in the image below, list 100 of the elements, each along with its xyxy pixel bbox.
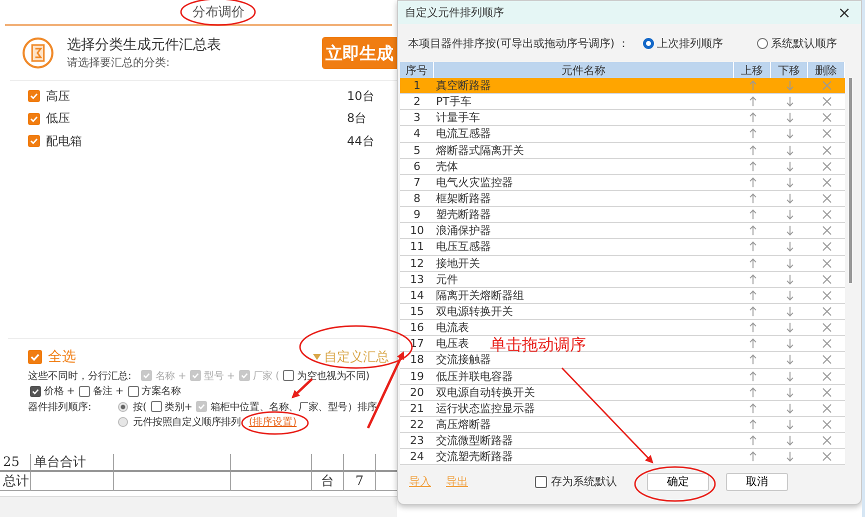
delete-icon[interactable] xyxy=(822,112,832,124)
table-row[interactable]: 11 电压互感器 xyxy=(400,239,845,256)
checkbox[interactable] xyxy=(150,401,162,412)
delete-icon[interactable] xyxy=(822,451,832,462)
move-up-icon[interactable] xyxy=(748,338,758,350)
move-up-icon[interactable] xyxy=(748,419,758,430)
cancel-button[interactable]: 取消 xyxy=(726,472,788,491)
move-up-icon[interactable] xyxy=(748,225,758,236)
move-down-icon[interactable] xyxy=(784,370,794,382)
delete-icon[interactable] xyxy=(822,176,832,188)
checkbox[interactable] xyxy=(28,135,40,148)
move-down-icon[interactable] xyxy=(784,290,794,301)
table-row[interactable]: 22 高压熔断器 xyxy=(400,416,845,434)
table-row[interactable]: 7 电气火灾监控器 xyxy=(400,174,845,191)
checkbox[interactable] xyxy=(283,370,294,382)
delete-icon[interactable] xyxy=(822,160,832,172)
table-row[interactable]: 5 熔断器式隔离开关 xyxy=(400,142,845,159)
delete-icon[interactable] xyxy=(822,241,832,252)
checkbox[interactable] xyxy=(78,386,90,397)
radio-button[interactable] xyxy=(757,38,768,48)
move-down-icon[interactable] xyxy=(784,306,794,318)
delete-icon[interactable] xyxy=(822,144,832,156)
table-row[interactable]: 24 交流塑壳断路器 xyxy=(400,449,845,466)
move-up-icon[interactable] xyxy=(748,160,758,172)
ok-button[interactable]: 确定 xyxy=(647,472,709,491)
table-row[interactable]: 6 壳体 xyxy=(400,158,845,175)
move-down-icon[interactable] xyxy=(784,241,794,252)
move-up-icon[interactable] xyxy=(748,209,758,220)
table-row[interactable]: 1 真空断路器 xyxy=(400,78,845,94)
delete-icon[interactable] xyxy=(822,225,832,236)
move-up-icon[interactable] xyxy=(748,274,758,285)
table-row[interactable]: 2 PT手车 xyxy=(400,94,845,110)
table-row[interactable]: 20 双电源自动转换开关 xyxy=(400,384,845,401)
delete-icon[interactable] xyxy=(822,419,832,430)
move-up-icon[interactable] xyxy=(748,80,758,92)
table-row[interactable]: 12 接地开关 xyxy=(400,256,845,272)
move-down-icon[interactable] xyxy=(784,128,794,140)
move-up-icon[interactable] xyxy=(748,258,758,269)
table-row[interactable]: 21 运行状态监控显示器 xyxy=(400,400,845,417)
move-down-icon[interactable] xyxy=(784,322,794,334)
move-down-icon[interactable] xyxy=(784,160,794,172)
table-row[interactable]: 8 框架断路器 xyxy=(400,190,845,208)
move-up-icon[interactable] xyxy=(748,112,758,124)
move-down-icon[interactable] xyxy=(784,209,794,220)
tab[interactable]: 分布调价 xyxy=(192,3,244,21)
delete-icon[interactable] xyxy=(822,386,832,398)
radio-button[interactable] xyxy=(118,402,128,412)
table-row[interactable]: 15 双电源转换开关 xyxy=(400,304,845,320)
delete-icon[interactable] xyxy=(822,322,832,334)
checkbox[interactable] xyxy=(535,476,547,488)
delete-icon[interactable] xyxy=(822,128,832,140)
table-row[interactable]: 19 低压并联电容器 xyxy=(400,368,845,385)
move-down-icon[interactable] xyxy=(784,419,794,430)
delete-icon[interactable] xyxy=(822,193,832,204)
checkbox[interactable] xyxy=(30,386,41,397)
move-down-icon[interactable] xyxy=(784,144,794,156)
move-down-icon[interactable] xyxy=(784,258,794,269)
table-row[interactable]: 18 交流接触器 xyxy=(400,352,845,369)
delete-icon[interactable] xyxy=(822,370,832,382)
delete-icon[interactable] xyxy=(822,290,832,301)
table-row[interactable]: 23 交流微型断路器 xyxy=(400,433,845,450)
move-up-icon[interactable] xyxy=(748,306,758,318)
move-down-icon[interactable] xyxy=(784,176,794,188)
move-down-icon[interactable] xyxy=(784,386,794,398)
delete-icon[interactable] xyxy=(822,338,832,350)
move-down-icon[interactable] xyxy=(784,354,794,366)
delete-icon[interactable] xyxy=(822,435,832,446)
move-down-icon[interactable] xyxy=(784,193,794,204)
move-up-icon[interactable] xyxy=(748,386,758,398)
move-down-icon[interactable] xyxy=(784,225,794,236)
move-up-icon[interactable] xyxy=(748,176,758,188)
delete-icon[interactable] xyxy=(822,209,832,220)
checkbox[interactable] xyxy=(128,386,139,397)
move-down-icon[interactable] xyxy=(784,96,794,108)
delete-icon[interactable] xyxy=(822,80,832,92)
move-up-icon[interactable] xyxy=(748,354,758,366)
move-down-icon[interactable] xyxy=(784,274,794,285)
delete-icon[interactable] xyxy=(822,258,832,269)
move-up-icon[interactable] xyxy=(748,241,758,252)
move-up-icon[interactable] xyxy=(748,451,758,462)
delete-icon[interactable] xyxy=(822,306,832,318)
move-down-icon[interactable] xyxy=(784,451,794,462)
delete-icon[interactable] xyxy=(822,402,832,414)
table-row[interactable]: 4 电流互感器 xyxy=(400,126,845,143)
table-row[interactable]: 13 元件 xyxy=(400,272,845,288)
move-up-icon[interactable] xyxy=(748,290,758,301)
move-up-icon[interactable] xyxy=(748,370,758,382)
radio-button[interactable] xyxy=(118,417,128,428)
move-down-icon[interactable] xyxy=(784,435,794,446)
move-up-icon[interactable] xyxy=(748,128,758,140)
checkbox[interactable] xyxy=(28,90,40,102)
move-up-icon[interactable] xyxy=(748,402,758,414)
checkbox[interactable] xyxy=(28,112,40,125)
move-down-icon[interactable] xyxy=(784,338,794,350)
radio-button[interactable] xyxy=(643,38,654,48)
move-down-icon[interactable] xyxy=(784,402,794,414)
move-down-icon[interactable] xyxy=(784,80,794,92)
table-row[interactable]: 10 浪涌保护器 xyxy=(400,223,845,240)
checkbox[interactable] xyxy=(28,350,42,364)
delete-icon[interactable] xyxy=(822,274,832,285)
